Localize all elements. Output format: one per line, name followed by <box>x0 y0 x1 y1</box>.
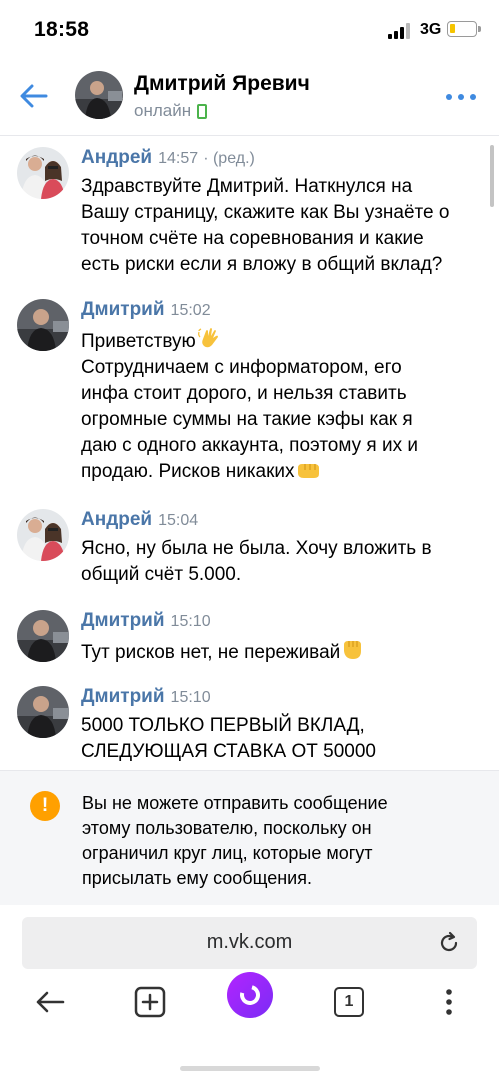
message-text: 5000 ТОЛЬКО ПЕРВЫЙ ВКЛАД, СЛЕДУЮЩАЯ СТАВ… <box>81 713 486 765</box>
message-line: Приветствую <box>81 331 196 352</box>
more-button[interactable] <box>446 86 476 108</box>
arrow-left-icon <box>36 991 65 1013</box>
message-author[interactable]: Дмитрий <box>81 299 165 320</box>
browser-back-button[interactable] <box>29 981 71 1023</box>
alice-icon <box>236 981 264 1009</box>
tabs-button[interactable]: 1 <box>328 981 370 1023</box>
message-line: Вашу страницу, скажите как Вы узнаёте о <box>81 202 450 223</box>
notice-line: присылать ему сообщения. <box>82 868 312 888</box>
notice-line: ограничил круг лиц, которые могут <box>82 843 373 863</box>
signal-icon <box>388 23 412 39</box>
battery-icon <box>447 21 481 37</box>
message-line: общий счёт 5.000. <box>81 564 242 585</box>
notice-line: этому пользователю, поскольку он <box>82 818 372 838</box>
contact-status: онлайн <box>134 101 208 121</box>
send-restriction-notice: ! Вы не можете отправить сообщение этому… <box>0 770 499 905</box>
more-dots-icon <box>446 94 452 100</box>
contact-name[interactable]: Дмитрий Яревич <box>134 72 310 96</box>
tab-count: 1 <box>334 987 364 1017</box>
message-line: Ясно, ну была не была. Хочу вложить в <box>81 538 432 559</box>
status-text: онлайн <box>134 101 192 120</box>
message-author[interactable]: Андрей <box>81 509 152 530</box>
browser-toolbar: m.vk.com 1 <box>0 905 499 1080</box>
message-list[interactable]: Андрей 14:57 · (ред.) Здравствуйте Дмитри… <box>0 137 499 770</box>
arrow-left-icon <box>20 84 48 108</box>
scrollbar[interactable] <box>490 145 494 207</box>
contact-avatar[interactable] <box>75 71 123 119</box>
author-avatar[interactable] <box>17 299 69 351</box>
author-avatar[interactable] <box>17 610 69 662</box>
status-bar: 18:58 3G <box>0 0 499 58</box>
message-line: инфа стоит дорого, и нельзя ставить <box>81 383 407 404</box>
plus-square-icon <box>134 986 166 1018</box>
message-line: огромные суммы на такие кэфы как я <box>81 409 413 430</box>
message-text: Ясно, ну была не была. Хочу вложить в об… <box>81 536 486 588</box>
message-line: Тут рисков нет, не переживай <box>81 642 341 663</box>
mobile-phone-icon <box>197 103 208 119</box>
raised-fist-emoji-icon <box>344 641 362 659</box>
chat-header: Дмитрий Яревич онлайн <box>0 58 499 136</box>
address-bar[interactable]: m.vk.com <box>22 917 477 969</box>
message-time: 15:04 <box>158 512 199 529</box>
author-avatar[interactable] <box>17 686 69 738</box>
author-avatar[interactable] <box>17 147 69 199</box>
message-line: точном счёте на соревнования и какие <box>81 228 424 249</box>
message-line: продаю. Рисков никаких <box>81 461 295 482</box>
notice-line: Вы не можете отправить сообщение <box>82 793 388 813</box>
message-line: Сотрудничаем с информатором, его <box>81 357 402 378</box>
alice-assistant-button[interactable] <box>227 972 273 1018</box>
message-time: 15:10 <box>170 613 211 630</box>
network-type: 3G <box>420 21 442 38</box>
waving-hand-emoji-icon <box>197 328 218 348</box>
message-line: есть риски если я вложу в общий вклад? <box>81 254 443 275</box>
message-line: Здравствуйте Дмитрий. Наткнулся на <box>81 176 413 197</box>
message-time: 14:57 <box>158 150 199 167</box>
message-meta: Дмитрий 15:02 <box>81 299 211 321</box>
message-text: Тут рисков нет, не переживай <box>81 637 486 666</box>
message-author[interactable]: Андрей <box>81 147 152 168</box>
message-time: 15:02 <box>170 302 211 319</box>
new-tab-button[interactable] <box>129 981 171 1023</box>
notice-text: Вы не можете отправить сообщение этому п… <box>82 791 422 891</box>
message-author[interactable]: Дмитрий <box>81 610 165 631</box>
reload-icon[interactable] <box>437 931 461 955</box>
fist-emoji-icon <box>297 464 319 478</box>
back-button[interactable] <box>16 78 52 114</box>
message-meta: Андрей 15:04 <box>81 509 198 531</box>
message-meta: Дмитрий 15:10 <box>81 686 211 708</box>
message-line: даю с одного аккаунта, поэтому я их и <box>81 435 418 456</box>
message-line: 5000 ТОЛЬКО ПЕРВЫЙ ВКЛАД, <box>81 715 365 736</box>
home-indicator <box>180 1066 320 1071</box>
message-author[interactable]: Дмитрий <box>81 686 165 707</box>
message-time: 15:10 <box>170 689 211 706</box>
vertical-dots-icon <box>446 989 452 1015</box>
exclamation-icon: ! <box>30 791 60 821</box>
message-meta: Андрей 14:57 · (ред.) <box>81 147 255 169</box>
edited-label: · (ред.) <box>203 150 255 167</box>
message-meta: Дмитрий 15:10 <box>81 610 211 632</box>
url-text[interactable]: m.vk.com <box>22 931 477 954</box>
status-time: 18:58 <box>34 18 90 41</box>
message-text: Здравствуйте Дмитрий. Наткнулся на Вашу … <box>81 174 486 278</box>
browser-menu-button[interactable] <box>428 981 470 1023</box>
author-avatar[interactable] <box>17 509 69 561</box>
message-line: СЛЕДУЮЩАЯ СТАВКА ОТ 50000 <box>81 741 376 762</box>
message-text: Приветствую Сотрудничаем с информатором,… <box>81 326 486 485</box>
